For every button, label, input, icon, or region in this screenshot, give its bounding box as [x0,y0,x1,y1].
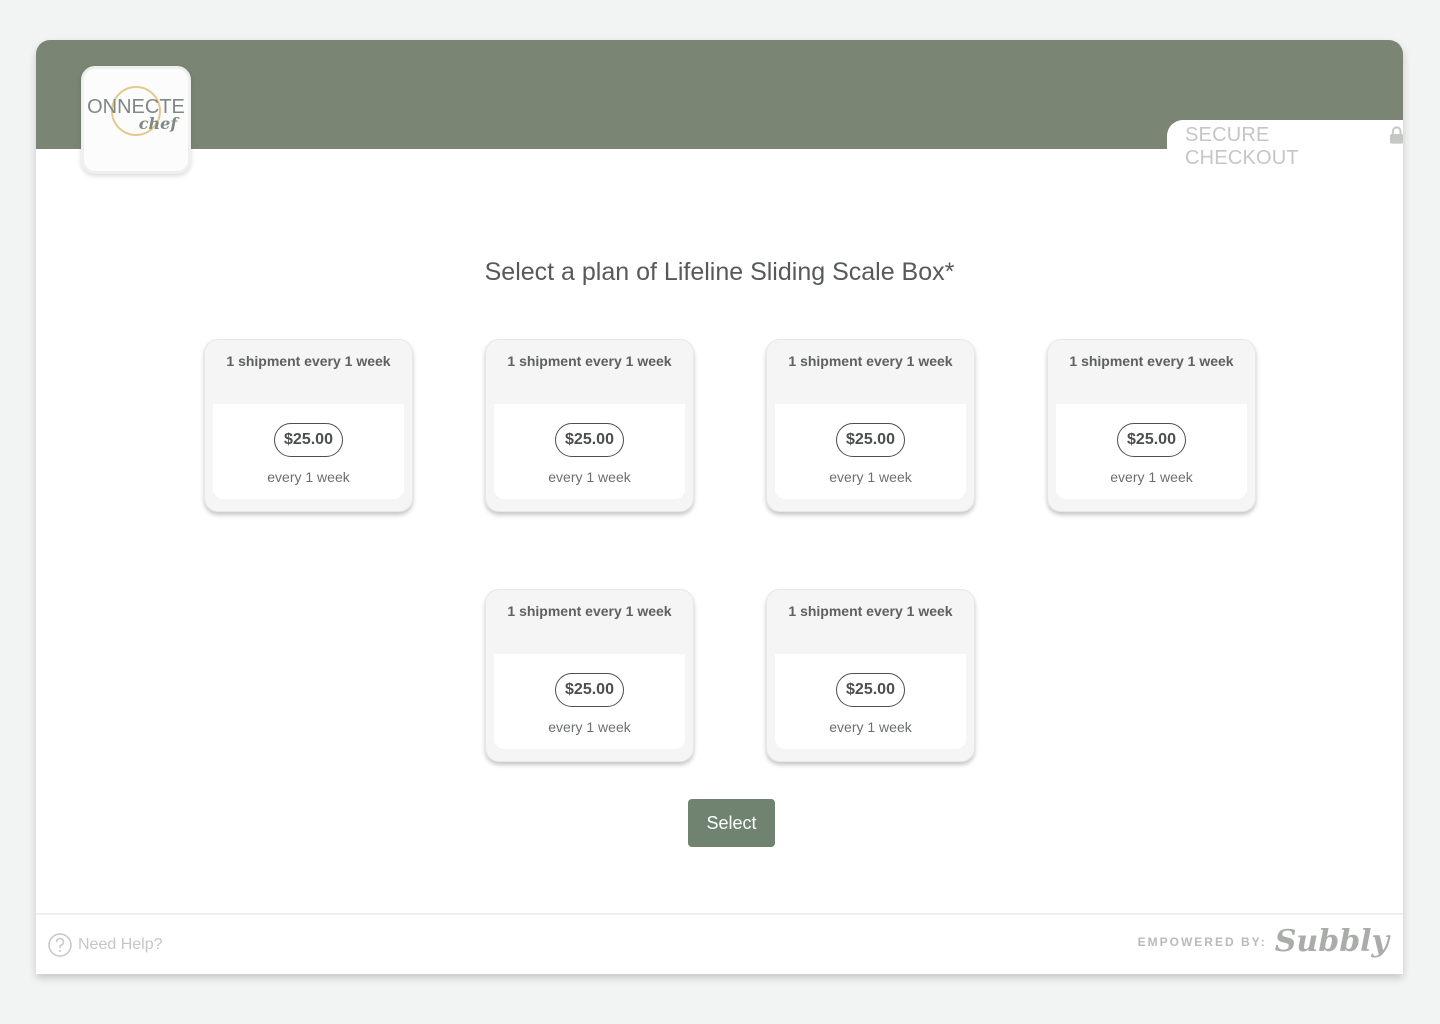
lock-icon [1389,126,1403,144]
plan-card-body: $25.00 every 1 week [213,404,404,499]
plan-price: $25.00 [555,423,624,457]
plan-frequency: every 1 week [548,469,631,485]
plan-frequency: every 1 week [1110,469,1193,485]
plan-card-body: $25.00 every 1 week [775,654,966,749]
secure-checkout-label: SECURE CHECKOUT [1185,124,1299,169]
plan-price: $25.00 [274,423,343,457]
plan-frequency: every 1 week [829,469,912,485]
plan-frequency: every 1 week [548,719,631,735]
plan-card[interactable]: 1 shipment every 1 week $25.00 every 1 w… [1047,339,1256,512]
plan-price: $25.00 [836,673,905,707]
plan-price: $25.00 [836,423,905,457]
need-help-label: Need Help? [78,936,163,953]
plan-card[interactable]: 1 shipment every 1 week $25.00 every 1 w… [485,339,694,512]
subbly-logo[interactable]: Subbly [1275,924,1389,959]
plan-price: $25.00 [1117,423,1186,457]
empowered-by-label: EMPOWERED BY: [1137,934,1267,949]
empowered-by: EMPOWERED BY: Subbly [1138,924,1389,959]
plan-name: 1 shipment every 1 week [1069,353,1234,369]
plan-card-body: $25.00 every 1 week [494,654,685,749]
logo-text-chef: chef [139,114,181,133]
plan-frequency: every 1 week [829,719,912,735]
plan-name: 1 shipment every 1 week [507,603,672,619]
plan-card[interactable]: 1 shipment every 1 week $25.00 every 1 w… [766,339,975,512]
page-title: Select a plan of Lifeline Sliding Scale … [484,258,955,286]
plan-name: 1 shipment every 1 week [226,353,391,369]
checkout-frame: CONNECTED chef SECURE CHECKOUT Select a … [36,40,1403,974]
secure-checkout-tab: SECURE CHECKOUT [1167,120,1403,178]
plan-card[interactable]: 1 shipment every 1 week $25.00 every 1 w… [766,589,975,762]
plan-card-body: $25.00 every 1 week [1056,404,1247,499]
plan-name: 1 shipment every 1 week [788,603,953,619]
need-help-link[interactable]: Need Help? [48,933,163,957]
plan-price: $25.00 [555,673,624,707]
plan-card[interactable]: 1 shipment every 1 week $25.00 every 1 w… [485,589,694,762]
question-circle-icon [48,933,72,957]
plan-card[interactable]: 1 shipment every 1 week $25.00 every 1 w… [204,339,413,512]
plan-name: 1 shipment every 1 week [788,353,953,369]
plan-card-body: $25.00 every 1 week [494,404,685,499]
plan-frequency: every 1 week [267,469,350,485]
select-button[interactable]: Select [688,799,775,847]
plan-name: 1 shipment every 1 week [507,353,672,369]
plan-card-body: $25.00 every 1 week [775,404,966,499]
logo[interactable]: CONNECTED chef [81,66,191,174]
footer-divider [36,913,1403,915]
connected-chef-logo-icon: CONNECTED chef [88,86,184,136]
